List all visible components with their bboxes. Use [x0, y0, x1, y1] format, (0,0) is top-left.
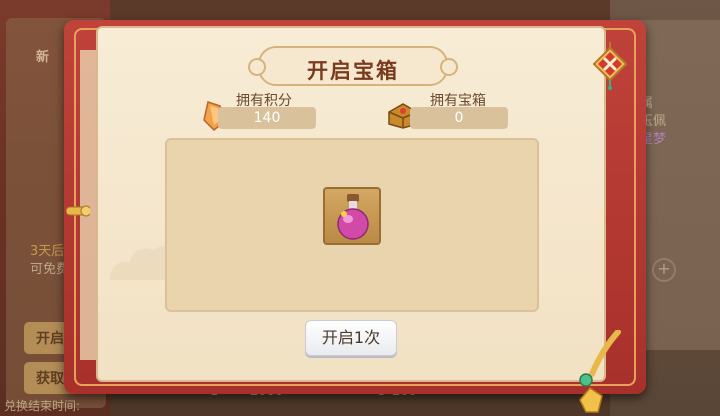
tassel-decoration-icon [579, 330, 621, 413]
close-icon[interactable] [590, 42, 630, 90]
pink-potion-icon [337, 194, 369, 240]
points-value: 140 [218, 107, 316, 129]
background-tag: 新 [36, 50, 50, 65]
background-plus-icon: + [652, 258, 676, 282]
dialog-title: 开启宝箱 [307, 59, 399, 83]
background-days-text: 3天后 [30, 244, 65, 259]
background-exchange-end: 兑换结束时间: [4, 399, 81, 413]
chests-value: 0 [410, 107, 508, 129]
open-once-button[interactable]: 开启1次 [305, 320, 397, 356]
title-plaque: 开启宝箱 [248, 46, 458, 86]
frame-knob-icon [66, 205, 90, 217]
reward-item-slot[interactable] [323, 187, 381, 245]
